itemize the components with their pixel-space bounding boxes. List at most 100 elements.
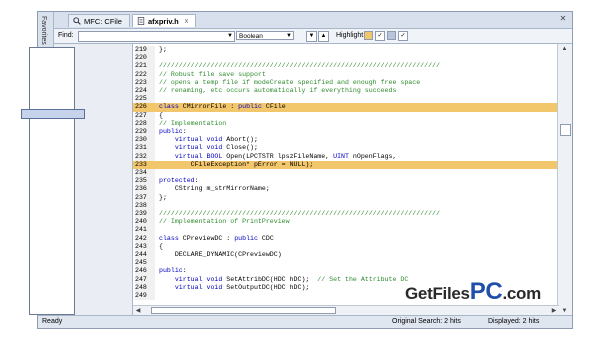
code-text: virtual BOOL Open(LPCTSTR lpszFileName, …: [174, 152, 397, 160]
watermark-suffix: .com: [502, 284, 541, 303]
code-line[interactable]: 237};: [133, 193, 559, 202]
favorites-label: Favorites: [40, 16, 47, 45]
line-number: 239: [135, 210, 155, 219]
highlight-color-swatch[interactable]: [364, 31, 373, 40]
code-line[interactable]: 230 virtual void Abort();: [133, 136, 559, 145]
scroll-thumb[interactable]: [560, 124, 571, 136]
code-line[interactable]: 244 DECLARE_DYNAMIC(CPreviewDC): [133, 251, 559, 260]
code-line[interactable]: 231 virtual void Close();: [133, 144, 559, 153]
find-previous-button[interactable]: ▲: [318, 31, 329, 42]
tab-bar: MFC: CFile afxpriv.h x ✕: [54, 12, 572, 29]
line-number: 226: [135, 103, 155, 112]
code-line[interactable]: 240 // Implementation of PrintPreview: [133, 218, 559, 227]
code-line[interactable]: 228 // Implementation: [133, 119, 559, 128]
displayed-hits: Displayed: 2 hits: [488, 318, 540, 325]
code-text: // renaming, etc occurs automatically if…: [159, 87, 397, 94]
code-text: public:: [159, 267, 187, 275]
highlight-color-swatch[interactable]: [387, 31, 396, 40]
code-line[interactable]: 226 class CMirrorFile : public CFile: [133, 103, 559, 112]
code-line[interactable]: 245: [133, 259, 559, 268]
document-overview-map[interactable]: [21, 47, 85, 315]
code-text: {: [159, 242, 163, 250]
code-line[interactable]: 220: [133, 54, 559, 63]
code-line[interactable]: 227 {: [133, 111, 559, 120]
code-editor[interactable]: 219}; 220 221/////////////////////////////…: [133, 44, 559, 316]
scroll-up-icon[interactable]: ▲: [558, 44, 571, 54]
line-number: 242: [135, 234, 155, 243]
code-line[interactable]: 238: [133, 201, 559, 210]
line-number: 222: [135, 70, 155, 79]
line-number: 235: [135, 177, 155, 186]
find-bar: Find: ▼ Boolean ▼ ▼ ▲ Highlight: ✓ ✓: [54, 29, 572, 44]
code-text: };: [159, 46, 167, 53]
code-text: public:: [159, 128, 187, 135]
watermark-main: GetFiles: [405, 284, 470, 303]
code-text: CString m_strMirrorName;: [159, 185, 270, 193]
code-line[interactable]: 234: [133, 169, 559, 178]
line-number: 236: [135, 185, 155, 194]
find-input[interactable]: ▼: [78, 31, 235, 42]
overview-viewport-indicator[interactable]: [21, 109, 85, 119]
find-label: Find:: [58, 32, 74, 39]
code-line[interactable]: 239 /////////////////////////////////////…: [133, 210, 559, 219]
line-number: 246: [135, 267, 155, 276]
code-line[interactable]: 241: [133, 226, 559, 235]
search-icon: [73, 17, 81, 25]
code-line[interactable]: 222 // Robust file save support: [133, 70, 559, 79]
code-line[interactable]: 221 /////////////////////////////////////…: [133, 62, 559, 71]
code-text: virtual void SetAttribDC(HDC hDC); // Se…: [174, 275, 409, 283]
search-mode-select[interactable]: Boolean ▼: [236, 31, 294, 40]
code-text: // Robust file save support: [159, 70, 266, 78]
line-number: 249: [135, 292, 155, 301]
tab-afxpriv[interactable]: afxpriv.h x: [132, 14, 196, 27]
code-line[interactable]: 246 public:: [133, 267, 559, 276]
code-text: DECLARE_DYNAMIC(CPreviewDC): [159, 251, 282, 258]
highlight-label: Highlight:: [336, 32, 366, 39]
code-line[interactable]: 219};: [133, 46, 559, 55]
tab-label: afxpriv.h: [148, 16, 179, 26]
code-text: // opens a temp file if modeCreate speci…: [159, 78, 421, 86]
line-number: 223: [135, 78, 155, 87]
line-number: 248: [135, 283, 155, 292]
line-number: 244: [135, 251, 155, 260]
line-number: 229: [135, 128, 155, 137]
close-window-icon[interactable]: ✕: [558, 14, 568, 24]
code-line[interactable]: 223 // opens a temp file if modeCreate sp…: [133, 78, 559, 87]
code-line[interactable]: 236 CString m_strMirrorName;: [133, 185, 559, 194]
line-number: 241: [135, 226, 155, 235]
code-text: virtual void Abort();: [174, 136, 258, 144]
code-text: CFileException* pError = NULL);: [159, 160, 314, 168]
search-mode-value: Boolean: [239, 33, 263, 40]
code-line[interactable]: 232 virtual BOOL Open(LPCTSTR lpszFileNa…: [133, 152, 559, 161]
line-number: 224: [135, 87, 155, 96]
code-line[interactable]: 243 {: [133, 242, 559, 251]
code-text: ////////////////////////////////////////…: [159, 210, 440, 217]
line-number: 219: [135, 46, 155, 55]
arrow-up-icon: ▲: [320, 33, 327, 39]
line-number: 240: [135, 218, 155, 227]
code-line[interactable]: 224 // renaming, etc occurs automatically…: [133, 87, 559, 96]
code-line[interactable]: 225: [133, 95, 559, 104]
line-number: 220: [135, 54, 155, 63]
line-number: 227: [135, 111, 155, 120]
highlight-checkbox[interactable]: ✓: [375, 31, 385, 41]
code-text: };: [159, 193, 167, 201]
code-line[interactable]: 242 class CPreviewDC : public CDC: [133, 234, 559, 243]
tab-search-results[interactable]: MFC: CFile: [68, 14, 130, 27]
tab-close-icon[interactable]: x: [185, 15, 189, 28]
highlight-checkbox[interactable]: ✓: [398, 31, 408, 41]
vertical-scrollbar[interactable]: ▲ ▼: [557, 44, 572, 316]
code-line[interactable]: 229 public:: [133, 128, 559, 137]
line-number: 238: [135, 201, 155, 210]
code-line[interactable]: 233 CFileException* pError = NULL);: [133, 160, 559, 169]
find-next-button[interactable]: ▼: [306, 31, 317, 42]
code-text: class CMirrorFile : public CFile: [159, 103, 286, 111]
scroll-thumb[interactable]: [151, 307, 336, 314]
line-number: 247: [135, 275, 155, 284]
document-icon: [137, 17, 145, 25]
code-line[interactable]: 235 protected:: [133, 177, 559, 186]
chevron-down-icon[interactable]: ▼: [227, 32, 233, 41]
arrow-down-icon: ▼: [308, 33, 315, 39]
tab-label: MFC: CFile: [84, 16, 122, 26]
line-number: 225: [135, 95, 155, 104]
